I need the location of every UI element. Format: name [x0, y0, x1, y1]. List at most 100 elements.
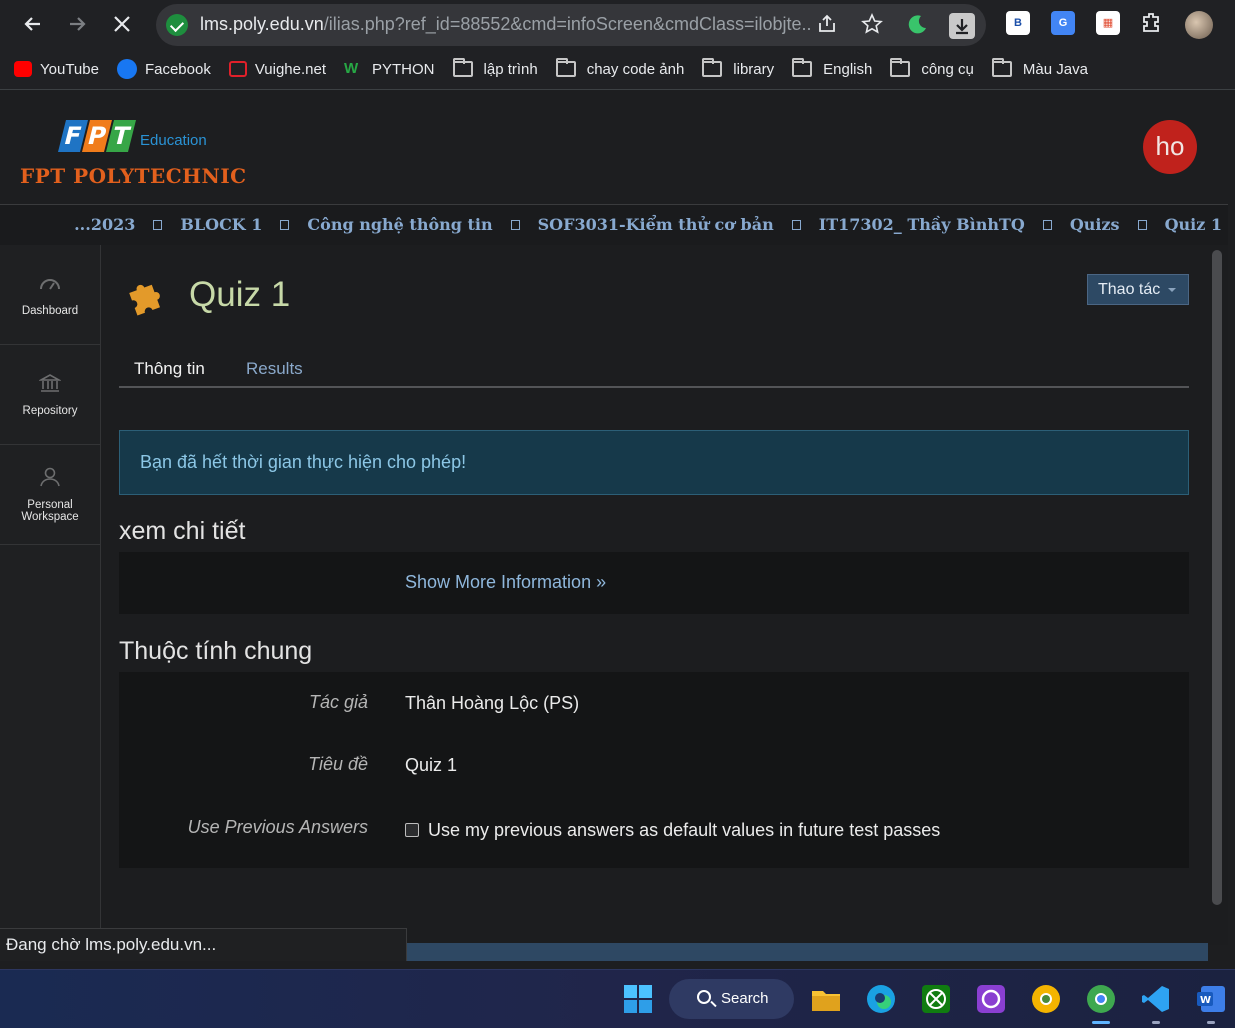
breadcrumb-item-current[interactable]: Quiz 1	[1165, 215, 1222, 234]
breadcrumb: ...2023 BLOCK 1 Công nghệ thông tin SOF3…	[74, 215, 1222, 234]
folder-icon	[702, 58, 723, 77]
bookmark-folder-mau-java[interactable]: Màu Java	[991, 58, 1088, 78]
breadcrumb-separator-icon	[1042, 219, 1052, 230]
vuighe-icon	[228, 61, 247, 77]
properties-heading: Thuộc tính chung	[119, 637, 313, 665]
folder-icon	[792, 58, 813, 77]
sidebar-item-personal-workspace[interactable]: Personal Workspace	[0, 445, 100, 545]
fpt-polytechnic-wordmark[interactable]: FPT POLYTECHNIC	[20, 164, 247, 188]
file-explorer-icon[interactable]	[810, 983, 842, 1015]
use-previous-answers-option[interactable]: Use my previous answers as default value…	[405, 820, 940, 841]
site-header: F P T Education FPT POLYTECHNIC ho	[0, 91, 1228, 205]
windows-taskbar: Search W	[0, 969, 1235, 1028]
bookmark-folder-lap-trinh[interactable]: lập trình	[452, 58, 538, 78]
page-title: Quiz 1	[189, 275, 291, 314]
youtube-icon	[14, 61, 32, 77]
breadcrumb-item[interactable]: IT17302_ Thầy BìnhTQ	[819, 215, 1025, 234]
details-heading: xem chi tiết	[119, 517, 246, 545]
bookmark-facebook[interactable]: Facebook	[116, 59, 211, 79]
bookmarks-bar: YouTube Facebook Vuighe.net W PYTHON lập…	[14, 57, 1106, 81]
windows-start-icon[interactable]	[622, 983, 654, 1015]
breadcrumb-separator-icon	[153, 219, 163, 230]
bookmark-folder-english[interactable]: English	[792, 58, 872, 78]
puzzle-icon	[129, 284, 160, 316]
folder-icon	[890, 58, 911, 77]
app-icon[interactable]	[975, 983, 1007, 1015]
bookmark-python[interactable]: W PYTHON	[344, 61, 435, 78]
extension-calendar-icon[interactable]: ▦	[1096, 11, 1120, 35]
facebook-icon	[116, 59, 137, 79]
google-translate-icon[interactable]: G	[1051, 11, 1075, 35]
download-icon[interactable]	[949, 13, 975, 39]
tab-bar: Thông tin Results	[119, 359, 1189, 388]
extension-b-icon[interactable]: B	[1006, 11, 1030, 35]
secure-lock-icon[interactable]	[166, 14, 188, 36]
edge-icon[interactable]	[865, 983, 897, 1015]
use-previous-answers-checkbox[interactable]	[405, 823, 419, 837]
main-menu-sidebar: Dashboard Repository Personal Workspace	[0, 245, 101, 945]
page-scrollbar[interactable]	[1208, 245, 1228, 945]
breadcrumb-separator-icon	[510, 219, 520, 230]
url-text[interactable]: lms.poly.edu.vn/ilias.php?ref_id=88552&c…	[200, 14, 810, 35]
page-title-row: Quiz 1	[125, 273, 290, 317]
tab-thong-tin[interactable]: Thông tin	[134, 359, 205, 379]
sidebar-item-dashboard[interactable]: Dashboard	[0, 245, 100, 345]
property-label-use-previous-answers: Use Previous Answers	[187, 817, 368, 837]
details-panel: Show More Information »	[119, 552, 1189, 614]
breadcrumb-separator-icon	[791, 219, 801, 230]
fpt-education-logo[interactable]: F P T Education	[58, 114, 207, 152]
breadcrumb-item[interactable]: Quizs	[1070, 215, 1120, 234]
running-app-indicator	[1207, 1021, 1215, 1024]
bookmark-star-icon[interactable]	[859, 13, 885, 39]
taskbar-search[interactable]: Search	[669, 979, 794, 1019]
breadcrumb-separator-icon	[1137, 219, 1147, 230]
chrome-canary-icon[interactable]	[1030, 983, 1062, 1015]
show-more-information-link[interactable]: Show More Information »	[405, 572, 606, 593]
property-value-title: Quiz 1	[405, 755, 458, 775]
breadcrumb-bar: ...2023 BLOCK 1 Công nghệ thông tin SOF3…	[0, 205, 1228, 245]
bookmark-youtube[interactable]: YouTube	[14, 61, 99, 78]
browser-chrome: lms.poly.edu.vn/ilias.php?ref_id=88552&c…	[0, 0, 1235, 90]
breadcrumb-item[interactable]: BLOCK 1	[180, 215, 262, 234]
property-label-author: Tác giả	[308, 692, 368, 712]
stop-loading-icon[interactable]	[107, 9, 137, 39]
w-icon: W	[344, 60, 359, 77]
breadcrumb-separator-icon	[280, 219, 290, 230]
breadcrumb-item[interactable]: Công nghệ thông tin	[307, 215, 492, 234]
scrollbar-thumb[interactable]	[1212, 250, 1222, 905]
active-app-indicator	[1092, 1021, 1110, 1024]
bookmark-folder-chay-code-anh[interactable]: chay code ảnh	[555, 58, 684, 78]
breadcrumb-item[interactable]: ...2023	[74, 215, 135, 234]
folder-icon	[555, 58, 576, 77]
caret-down-icon	[1168, 288, 1176, 296]
folder-icon	[991, 58, 1012, 77]
profile-avatar[interactable]	[1185, 11, 1213, 39]
search-icon	[697, 990, 711, 1004]
share-icon[interactable]	[814, 13, 840, 39]
chrome-icon[interactable]	[1085, 983, 1117, 1015]
word-icon[interactable]: W	[1195, 983, 1227, 1015]
bookmark-vuighe[interactable]: Vuighe.net	[228, 61, 326, 78]
user-avatar[interactable]: ho	[1143, 120, 1197, 174]
tab-results[interactable]: Results	[246, 359, 303, 379]
bookmark-folder-cong-cu[interactable]: công cụ	[890, 58, 974, 78]
main-content: Quiz 1 Thao tác Thông tin Results Bạn đã…	[101, 245, 1208, 945]
repository-icon	[39, 373, 61, 392]
browser-status-bar: Đang chờ lms.poly.edu.vn...	[0, 928, 407, 961]
actions-dropdown-button[interactable]: Thao tác	[1087, 274, 1189, 305]
bookmark-folder-library[interactable]: library	[702, 58, 774, 78]
vscode-icon[interactable]	[1140, 983, 1172, 1015]
back-arrow-icon[interactable]	[18, 9, 48, 39]
extensions-puzzle-icon[interactable]	[1139, 11, 1165, 37]
sidebar-item-repository[interactable]: Repository	[0, 345, 100, 445]
address-bar[interactable]: lms.poly.edu.vn/ilias.php?ref_id=88552&c…	[156, 4, 986, 46]
breadcrumb-item[interactable]: SOF3031-Kiểm thử cơ bản	[538, 215, 774, 234]
folder-icon	[452, 58, 473, 77]
running-app-indicator	[1152, 1021, 1160, 1024]
properties-panel: Tác giả Thân Hoàng Lộc (PS) Tiêu đề Quiz…	[119, 672, 1189, 868]
svg-text:W: W	[1200, 995, 1211, 1006]
forward-arrow-icon[interactable]	[62, 9, 92, 39]
dashboard-icon	[40, 278, 60, 290]
dark-mode-moon-icon[interactable]	[904, 13, 930, 39]
xbox-icon[interactable]	[920, 983, 952, 1015]
